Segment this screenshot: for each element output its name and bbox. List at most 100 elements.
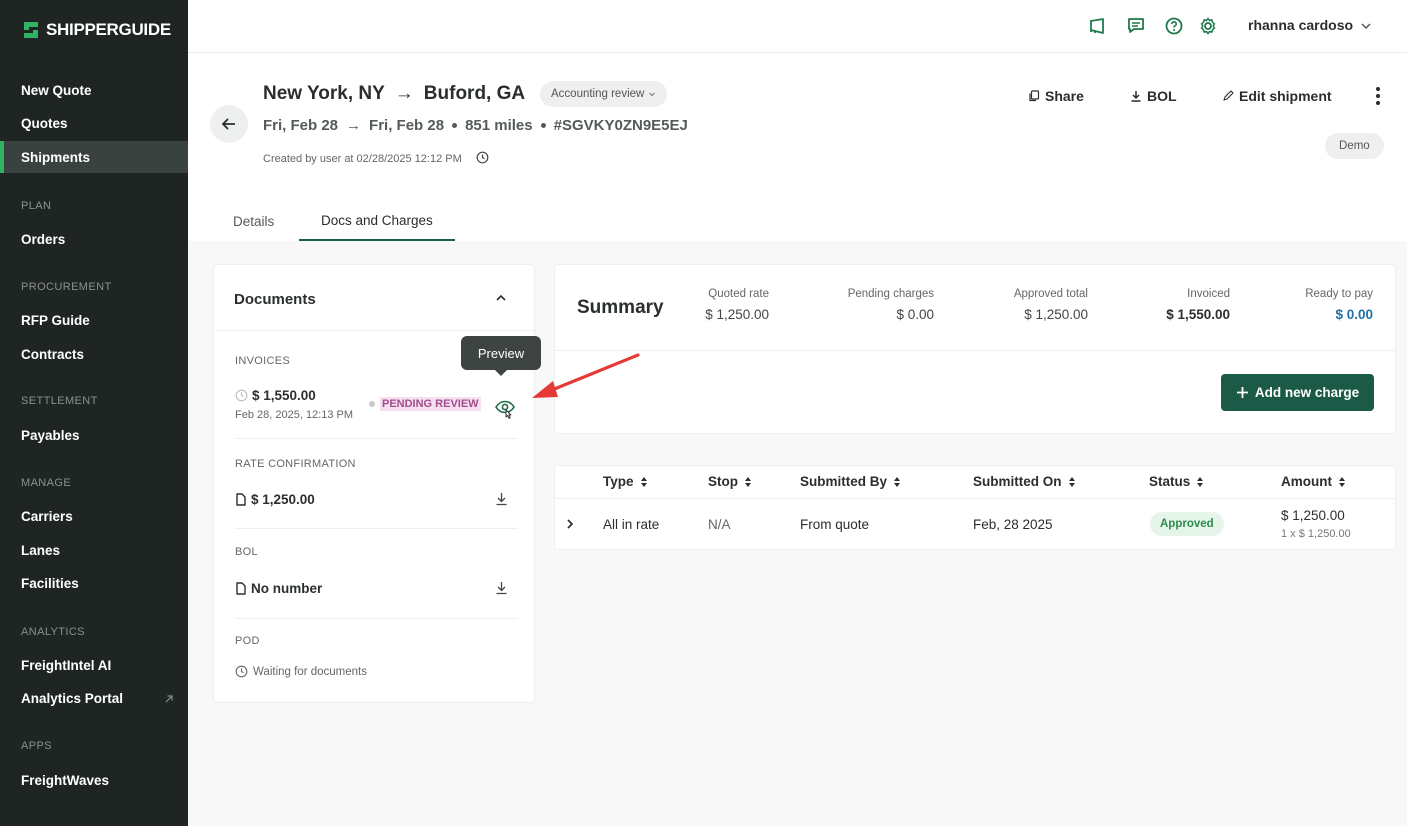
sort-icon — [894, 476, 901, 487]
invoices-label: INVOICES — [235, 355, 290, 367]
megaphone-icon[interactable] — [1088, 16, 1108, 36]
sidebar-item-quotes[interactable]: Quotes — [0, 107, 188, 139]
column-header-amount[interactable]: Amount — [1281, 474, 1346, 489]
chevron-right-icon[interactable] — [565, 517, 575, 535]
status-badge[interactable]: Accounting review — [540, 81, 668, 107]
sort-icon — [640, 476, 647, 487]
arrow-left-icon — [221, 118, 235, 130]
plus-icon — [1236, 387, 1248, 398]
sidebar-item-payables[interactable]: Payables — [0, 419, 188, 451]
logo-mark-icon — [22, 20, 40, 40]
shipment-subline: Fri, Feb 28 → Fri, Feb 28 851 miles #SGV… — [263, 117, 688, 134]
sidebar-section-manage: MANAGE — [21, 477, 72, 489]
quoted-rate-value: $ 1,250.00 — [705, 307, 769, 322]
edit-shipment-button[interactable]: Edit shipment — [1222, 88, 1332, 104]
preview-eye-icon[interactable] — [494, 398, 516, 425]
user-name[interactable]: rhanna cardoso — [1248, 17, 1353, 33]
sidebar-item-lanes[interactable]: Lanes — [0, 534, 188, 566]
sidebar-item-freightwaves[interactable]: FreightWaves — [0, 764, 188, 796]
quoted-rate-label: Quoted rate — [708, 288, 769, 300]
chat-icon[interactable] — [1126, 16, 1146, 36]
sidebar: SHIPPERGUIDE New Quote Quotes Shipments … — [0, 0, 188, 826]
sort-icon — [1068, 476, 1075, 487]
annotation-arrow-icon — [532, 353, 640, 398]
invoiced: Invoiced $ 1,550.00 — [1166, 288, 1230, 322]
sidebar-section-analytics: ANALYTICS — [21, 626, 85, 638]
rate-confirmation-amount: $ 1,250.00 — [235, 492, 315, 507]
invoice-amount-value: $ 1,550.00 — [252, 388, 316, 403]
status-badge: Approved — [1150, 512, 1224, 536]
divider — [555, 498, 1395, 499]
column-header-submitted-by[interactable]: Submitted By — [800, 474, 901, 489]
sidebar-item-rfp-guide[interactable]: RFP Guide — [0, 304, 188, 336]
pending-charges-value: $ 0.00 — [896, 307, 934, 322]
chevron-up-icon[interactable] — [494, 291, 508, 310]
divider — [214, 330, 536, 331]
copy-icon — [1029, 90, 1040, 102]
share-button[interactable]: Share — [1028, 88, 1084, 104]
bol-button[interactable]: BOL — [1130, 88, 1177, 104]
share-label: Share — [1045, 88, 1084, 104]
documents-panel: Documents INVOICES $ 1,550.00 Feb 28, 20… — [213, 264, 536, 703]
chevron-down-icon[interactable] — [1360, 19, 1372, 37]
clock-icon[interactable] — [476, 151, 489, 167]
bol-label: BOL — [235, 546, 258, 558]
help-icon[interactable] — [1164, 16, 1184, 36]
sort-icon — [1197, 476, 1204, 487]
sidebar-item-freightintel-ai[interactable]: FreightIntel AI — [0, 649, 188, 681]
settings-icon[interactable] — [1198, 16, 1218, 36]
sidebar-item-label: Analytics Portal — [21, 690, 124, 706]
tab-docs-and-charges[interactable]: Docs and Charges — [299, 201, 455, 241]
approved-total-label: Approved total — [1013, 288, 1088, 300]
download-bol-icon[interactable] — [495, 581, 508, 600]
date-end: Fri, Feb 28 — [369, 117, 445, 134]
external-link-icon — [164, 692, 174, 703]
separator-dot — [452, 123, 458, 128]
rate-confirmation-value: $ 1,250.00 — [251, 492, 315, 507]
column-header-type[interactable]: Type — [603, 474, 648, 489]
sidebar-item-facilities[interactable]: Facilities — [0, 567, 188, 599]
pending-charges: Pending charges $ 0.00 — [848, 288, 934, 322]
column-header-status[interactable]: Status — [1149, 474, 1204, 489]
sidebar-item-contracts[interactable]: Contracts — [0, 338, 188, 370]
column-header-label: Amount — [1281, 474, 1332, 489]
bol-label: BOL — [1147, 88, 1177, 104]
approved-total: Approved total $ 1,250.00 — [1014, 288, 1088, 322]
created-text: Created by user at 02/28/2025 12:12 PM — [263, 153, 462, 165]
quoted-rate: Quoted rate $ 1,250.00 — [705, 288, 769, 322]
status-badge-label: Accounting review — [551, 88, 645, 100]
download-rate-confirmation-icon[interactable] — [495, 492, 508, 511]
charge-submitted-by: From quote — [800, 517, 870, 532]
shipment-reference: #SGVKY0ZN9E5EJ — [553, 117, 688, 134]
download-icon — [1131, 91, 1141, 102]
chevron-down-icon — [649, 92, 656, 97]
divider — [555, 350, 1395, 351]
distance: 851 miles — [465, 117, 533, 134]
column-header-stop[interactable]: Stop — [708, 474, 752, 489]
ready-to-pay-label: Ready to pay — [1305, 288, 1373, 300]
sidebar-item-shipments[interactable]: Shipments — [0, 141, 188, 173]
column-header-label: Submitted By — [800, 474, 888, 489]
tab-details[interactable]: Details — [233, 201, 274, 241]
origin: New York, NY — [263, 83, 385, 104]
invoiced-label: Invoiced — [1187, 288, 1230, 300]
sidebar-item-orders[interactable]: Orders — [0, 223, 188, 255]
sidebar-item-carriers[interactable]: Carriers — [0, 500, 188, 532]
back-button[interactable] — [210, 105, 248, 143]
column-header-submitted-on[interactable]: Submitted On — [973, 474, 1076, 489]
clock-icon — [235, 389, 248, 402]
sort-icon — [745, 476, 751, 487]
shipperguide-logo[interactable]: SHIPPERGUIDE — [22, 20, 171, 40]
bol-number-value: No number — [251, 581, 323, 596]
document-icon — [236, 493, 246, 506]
add-new-charge-button[interactable]: Add new charge — [1221, 374, 1374, 411]
demo-badge: Demo — [1325, 133, 1384, 159]
charge-amount: $ 1,250.00 — [1281, 508, 1345, 523]
sidebar-section-procurement: PROCUREMENT — [21, 281, 112, 293]
more-options-icon[interactable] — [1368, 85, 1388, 107]
charge-stop: N/A — [708, 517, 731, 532]
pencil-icon — [1223, 90, 1234, 101]
sidebar-item-analytics-portal[interactable]: Analytics Portal — [0, 682, 188, 714]
divider — [235, 618, 518, 619]
sidebar-item-new-quote[interactable]: New Quote — [0, 74, 188, 106]
